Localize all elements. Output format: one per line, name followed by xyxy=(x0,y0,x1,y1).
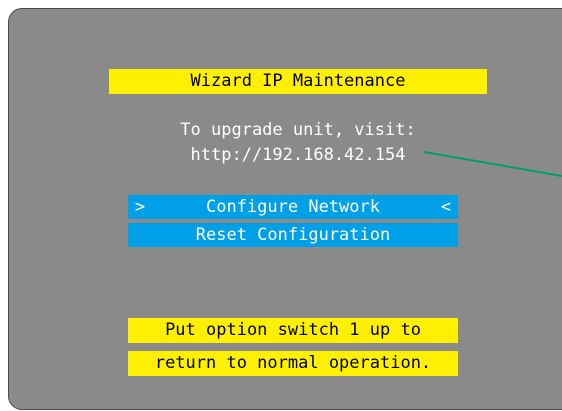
callout-line xyxy=(423,151,562,177)
callout-pointer-line xyxy=(423,151,562,177)
